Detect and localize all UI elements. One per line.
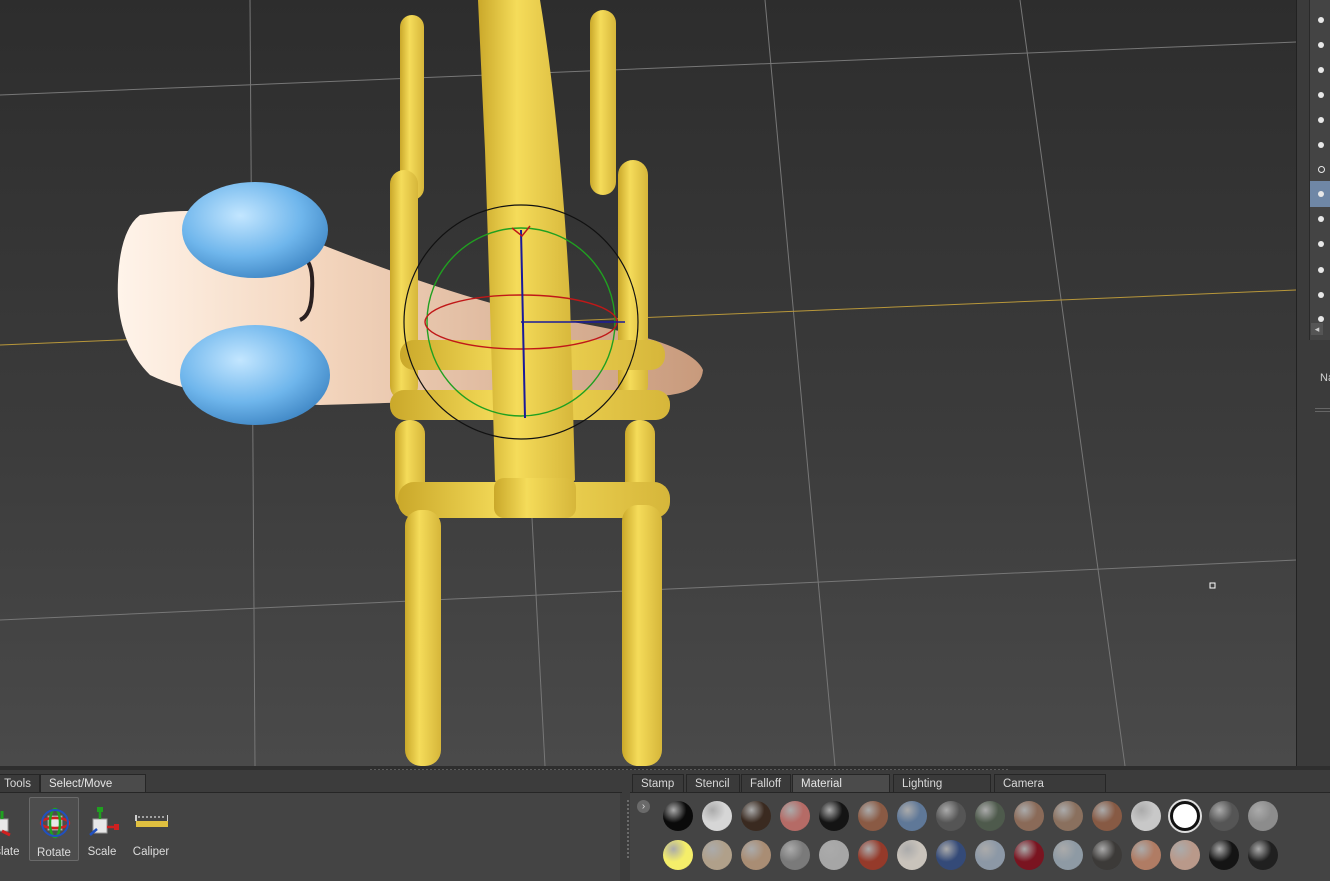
right-panel: ◂ Na	[1296, 0, 1330, 766]
material-swatch[interactable]	[1248, 801, 1278, 831]
material-presets-grid: ›	[630, 793, 1330, 881]
expand-icon[interactable]: ›	[637, 800, 650, 813]
material-swatch[interactable]	[702, 801, 732, 831]
layer-visibility-dot[interactable]	[1318, 191, 1324, 197]
tab-material-presets[interactable]: Material Presets	[792, 774, 890, 809]
layer-visibility-dot[interactable]	[1318, 117, 1324, 123]
material-swatch[interactable]	[858, 840, 888, 870]
material-swatch[interactable]	[1209, 801, 1239, 831]
tab-select-move-tools[interactable]: Select/Move Tools	[40, 774, 146, 809]
tab-stamp[interactable]: Stamp	[632, 774, 684, 793]
layer-visibility-dot[interactable]	[1318, 216, 1324, 222]
layer-visibility-dot[interactable]	[1318, 17, 1324, 23]
tab-stencil[interactable]: Stencil	[686, 774, 740, 793]
blue-ear-top	[182, 182, 328, 278]
material-swatch[interactable]	[741, 801, 771, 831]
scale-icon	[89, 807, 119, 836]
translate-icon	[0, 811, 11, 837]
cursor-marker	[1209, 582, 1216, 589]
material-swatch[interactable]	[780, 840, 810, 870]
tab-falloff[interactable]: Falloff	[741, 774, 791, 793]
material-swatch[interactable]	[897, 801, 927, 831]
layer-visibility-dot[interactable]	[1318, 92, 1324, 98]
layer-visibility-dot[interactable]	[1318, 292, 1324, 298]
scale-tool[interactable]: Scale	[77, 797, 127, 861]
scroll-left-icon[interactable]: ◂	[1311, 323, 1323, 335]
material-swatch[interactable]	[936, 801, 966, 831]
tools-row: Translate Rotate Scale	[0, 793, 620, 881]
material-swatch[interactable]	[702, 840, 732, 870]
material-swatch[interactable]	[819, 840, 849, 870]
layer-visibility-dot[interactable]	[1318, 241, 1324, 247]
material-swatch[interactable]	[1014, 840, 1044, 870]
material-swatch[interactable]	[741, 840, 771, 870]
3d-viewport[interactable]	[0, 0, 1296, 766]
tab-camera-bookmarks[interactable]: Camera Bookmarks	[994, 774, 1106, 809]
layer-visibility-dot[interactable]	[1318, 316, 1324, 322]
translate-tool[interactable]: Translate	[0, 797, 22, 861]
material-swatch[interactable]	[975, 801, 1005, 831]
rotate-tool[interactable]: Rotate	[29, 797, 79, 861]
material-swatch[interactable]	[1014, 801, 1044, 831]
tab-lighting-presets[interactable]: Lighting Presets	[893, 774, 991, 809]
caliper-icon	[135, 815, 168, 827]
material-swatch[interactable]	[1131, 840, 1161, 870]
material-swatch[interactable]	[1209, 840, 1239, 870]
material-swatch[interactable]	[819, 801, 849, 831]
material-swatch[interactable]	[936, 840, 966, 870]
bottom-panel: Tools Select/Move Tools Translate Rotate	[0, 770, 1330, 881]
material-swatch[interactable]	[975, 840, 1005, 870]
caliper-tool[interactable]: Caliper	[126, 797, 176, 861]
tab-tools[interactable]: Tools	[0, 774, 40, 793]
rotate-icon	[39, 807, 71, 839]
material-swatch[interactable]	[780, 801, 810, 831]
name-label: Na	[1320, 372, 1330, 384]
material-swatch[interactable]	[1092, 801, 1122, 831]
layer-visibility-dot[interactable]	[1318, 142, 1324, 148]
material-swatch[interactable]	[1248, 840, 1278, 870]
material-swatch[interactable]	[1053, 801, 1083, 831]
material-swatch[interactable]	[1053, 840, 1083, 870]
layer-visibility-dot[interactable]	[1318, 42, 1324, 48]
layer-visibility-dot[interactable]	[1318, 267, 1324, 273]
scene-canvas[interactable]	[0, 0, 1296, 766]
layer-visibility-dot[interactable]	[1318, 166, 1325, 173]
layer-list[interactable]	[1309, 0, 1330, 340]
panel-separator[interactable]	[627, 800, 629, 860]
material-swatch[interactable]	[663, 801, 693, 831]
material-swatch[interactable]	[1170, 801, 1200, 831]
blue-ear-bottom	[180, 325, 330, 425]
material-swatch[interactable]	[1170, 840, 1200, 870]
material-swatch[interactable]	[1092, 840, 1122, 870]
layer-visibility-dot[interactable]	[1318, 67, 1324, 73]
divider	[1315, 411, 1330, 412]
material-swatch[interactable]	[663, 840, 693, 870]
divider	[1315, 408, 1330, 409]
material-swatch[interactable]	[897, 840, 927, 870]
material-swatch[interactable]	[858, 801, 888, 831]
material-swatch[interactable]	[1131, 801, 1161, 831]
